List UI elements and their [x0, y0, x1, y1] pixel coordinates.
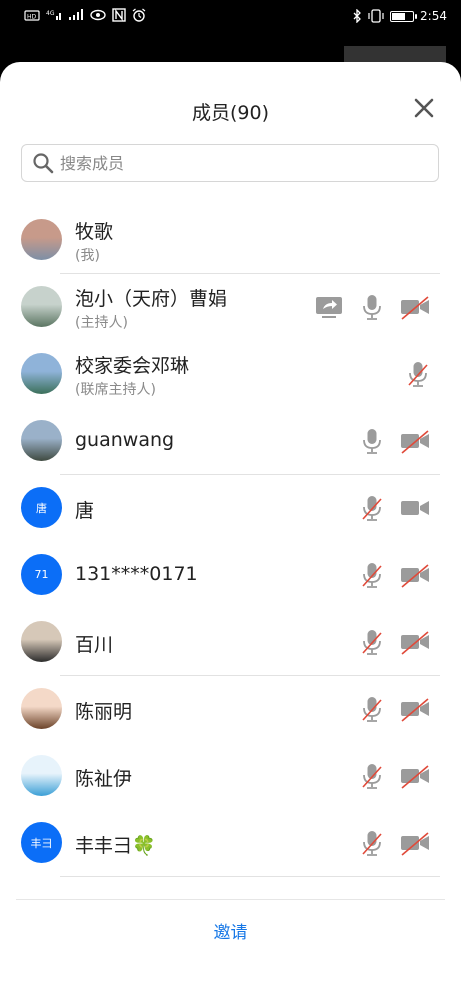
member-row[interactable]: 百川: [0, 609, 461, 676]
alarm-icon: [132, 8, 146, 22]
status-time: 2:54: [420, 9, 447, 23]
member-name: 131****0171: [75, 563, 198, 585]
camera-icon: [400, 494, 430, 522]
avatar: [21, 621, 62, 662]
mic-muted-icon: [360, 628, 384, 656]
member-status-icons: [360, 494, 430, 522]
member-name: 陈丽明: [75, 701, 133, 723]
avatar: 丰彐: [21, 822, 62, 863]
signal-4g-icon: 4G: [46, 10, 61, 20]
member-status-icons: [360, 427, 430, 455]
camera-off-icon: [400, 829, 430, 857]
search-box[interactable]: [21, 144, 439, 182]
member-row[interactable]: 校家委会邓琳 (联席主持人): [0, 341, 461, 408]
avatar: [21, 353, 62, 394]
n-icon: [112, 8, 126, 22]
camera-off-icon: [400, 293, 430, 321]
mic-muted-icon: [360, 494, 384, 522]
nfc-icon: HD: [24, 10, 40, 21]
vibrate-icon: [368, 9, 384, 23]
member-status-icons: [360, 762, 430, 790]
member-status-icons: [360, 561, 430, 589]
avatar: [21, 219, 62, 260]
close-icon[interactable]: [410, 94, 438, 122]
sheet-title: 成员(90): [191, 102, 269, 124]
member-name: guanwang: [75, 429, 175, 451]
avatar-initials: 丰彐: [30, 836, 53, 850]
member-status-icons: [360, 695, 430, 723]
member-row[interactable]: 陈祉伊: [0, 743, 461, 810]
member-row[interactable]: 陈丽明: [0, 676, 461, 743]
member-status-icons: [406, 360, 430, 388]
member-status-icons: [314, 293, 430, 321]
battery-icon: [390, 10, 418, 22]
search-input[interactable]: [58, 152, 422, 174]
member-row[interactable]: 71 131****0171: [0, 542, 461, 609]
camera-off-icon: [400, 628, 430, 656]
svg-text:4G: 4G: [46, 10, 55, 17]
member-name: 泡小（天府）曹娟: [75, 288, 228, 310]
member-name: 百川: [75, 634, 114, 656]
member-name: 唐: [75, 500, 95, 522]
avatar-initials: 唐: [36, 501, 47, 515]
member-role: (主持人): [75, 315, 128, 331]
bluetooth-icon: [353, 9, 361, 23]
member-name: 牧歌: [75, 221, 114, 243]
avatar: [21, 286, 62, 327]
member-name: 陈祉伊: [75, 768, 133, 790]
mic-icon: [360, 427, 384, 455]
member-role: (联席主持人): [75, 382, 156, 398]
member-row[interactable]: 泡小（天府）曹娟 (主持人): [0, 274, 461, 341]
status-bar-right: 2:54: [352, 8, 447, 24]
avatar: [21, 420, 62, 461]
svg-text:HD: HD: [27, 14, 37, 21]
avatar-initials: 71: [34, 568, 49, 581]
mic-icon: [360, 293, 384, 321]
member-status-icons: [360, 829, 430, 857]
member-row[interactable]: guanwang: [0, 408, 461, 475]
invite-button[interactable]: 邀请: [0, 918, 461, 943]
member-name: 校家委会邓琳: [75, 355, 190, 377]
camera-off-icon: [400, 762, 430, 790]
search-icon: [33, 153, 54, 174]
avatar: 71: [21, 554, 62, 595]
mic-muted-icon: [360, 829, 384, 857]
status-bar-left: HD 4G: [24, 8, 146, 22]
signal-bars-icon: [69, 9, 83, 20]
member-status-icons: [360, 628, 430, 656]
mic-muted-icon: [406, 360, 430, 388]
avatar: [21, 688, 62, 729]
avatar: [21, 755, 62, 796]
members-sheet: 成员(90) 牧歌 (我) 泡小（天府）曹娟 (主持人) 校家委会邓琳 (联席主持人) gu…: [0, 62, 461, 1000]
eye-icon: [90, 9, 106, 21]
member-role: (我): [75, 248, 100, 264]
member-row[interactable]: 唐唐: [0, 475, 461, 542]
camera-off-icon: [400, 561, 430, 589]
mic-muted-icon: [360, 561, 384, 589]
camera-off-icon: [400, 427, 430, 455]
mic-muted-icon: [360, 762, 384, 790]
avatar: 唐: [21, 487, 62, 528]
status-bar: HD 4G 2:54: [0, 0, 461, 34]
camera-off-icon: [400, 695, 430, 723]
member-row[interactable]: 牧歌 (我): [0, 207, 461, 274]
footer-divider: [16, 899, 445, 900]
row-divider: [60, 876, 440, 877]
screen-share-icon: [314, 293, 344, 321]
member-name: 丰丰彐🍀: [75, 835, 156, 857]
mic-muted-icon: [360, 695, 384, 723]
member-row[interactable]: 丰彐 丰丰彐🍀: [0, 810, 461, 877]
member-list: 牧歌 (我) 泡小（天府）曹娟 (主持人) 校家委会邓琳 (联席主持人) guanwang 唐…: [0, 207, 461, 877]
